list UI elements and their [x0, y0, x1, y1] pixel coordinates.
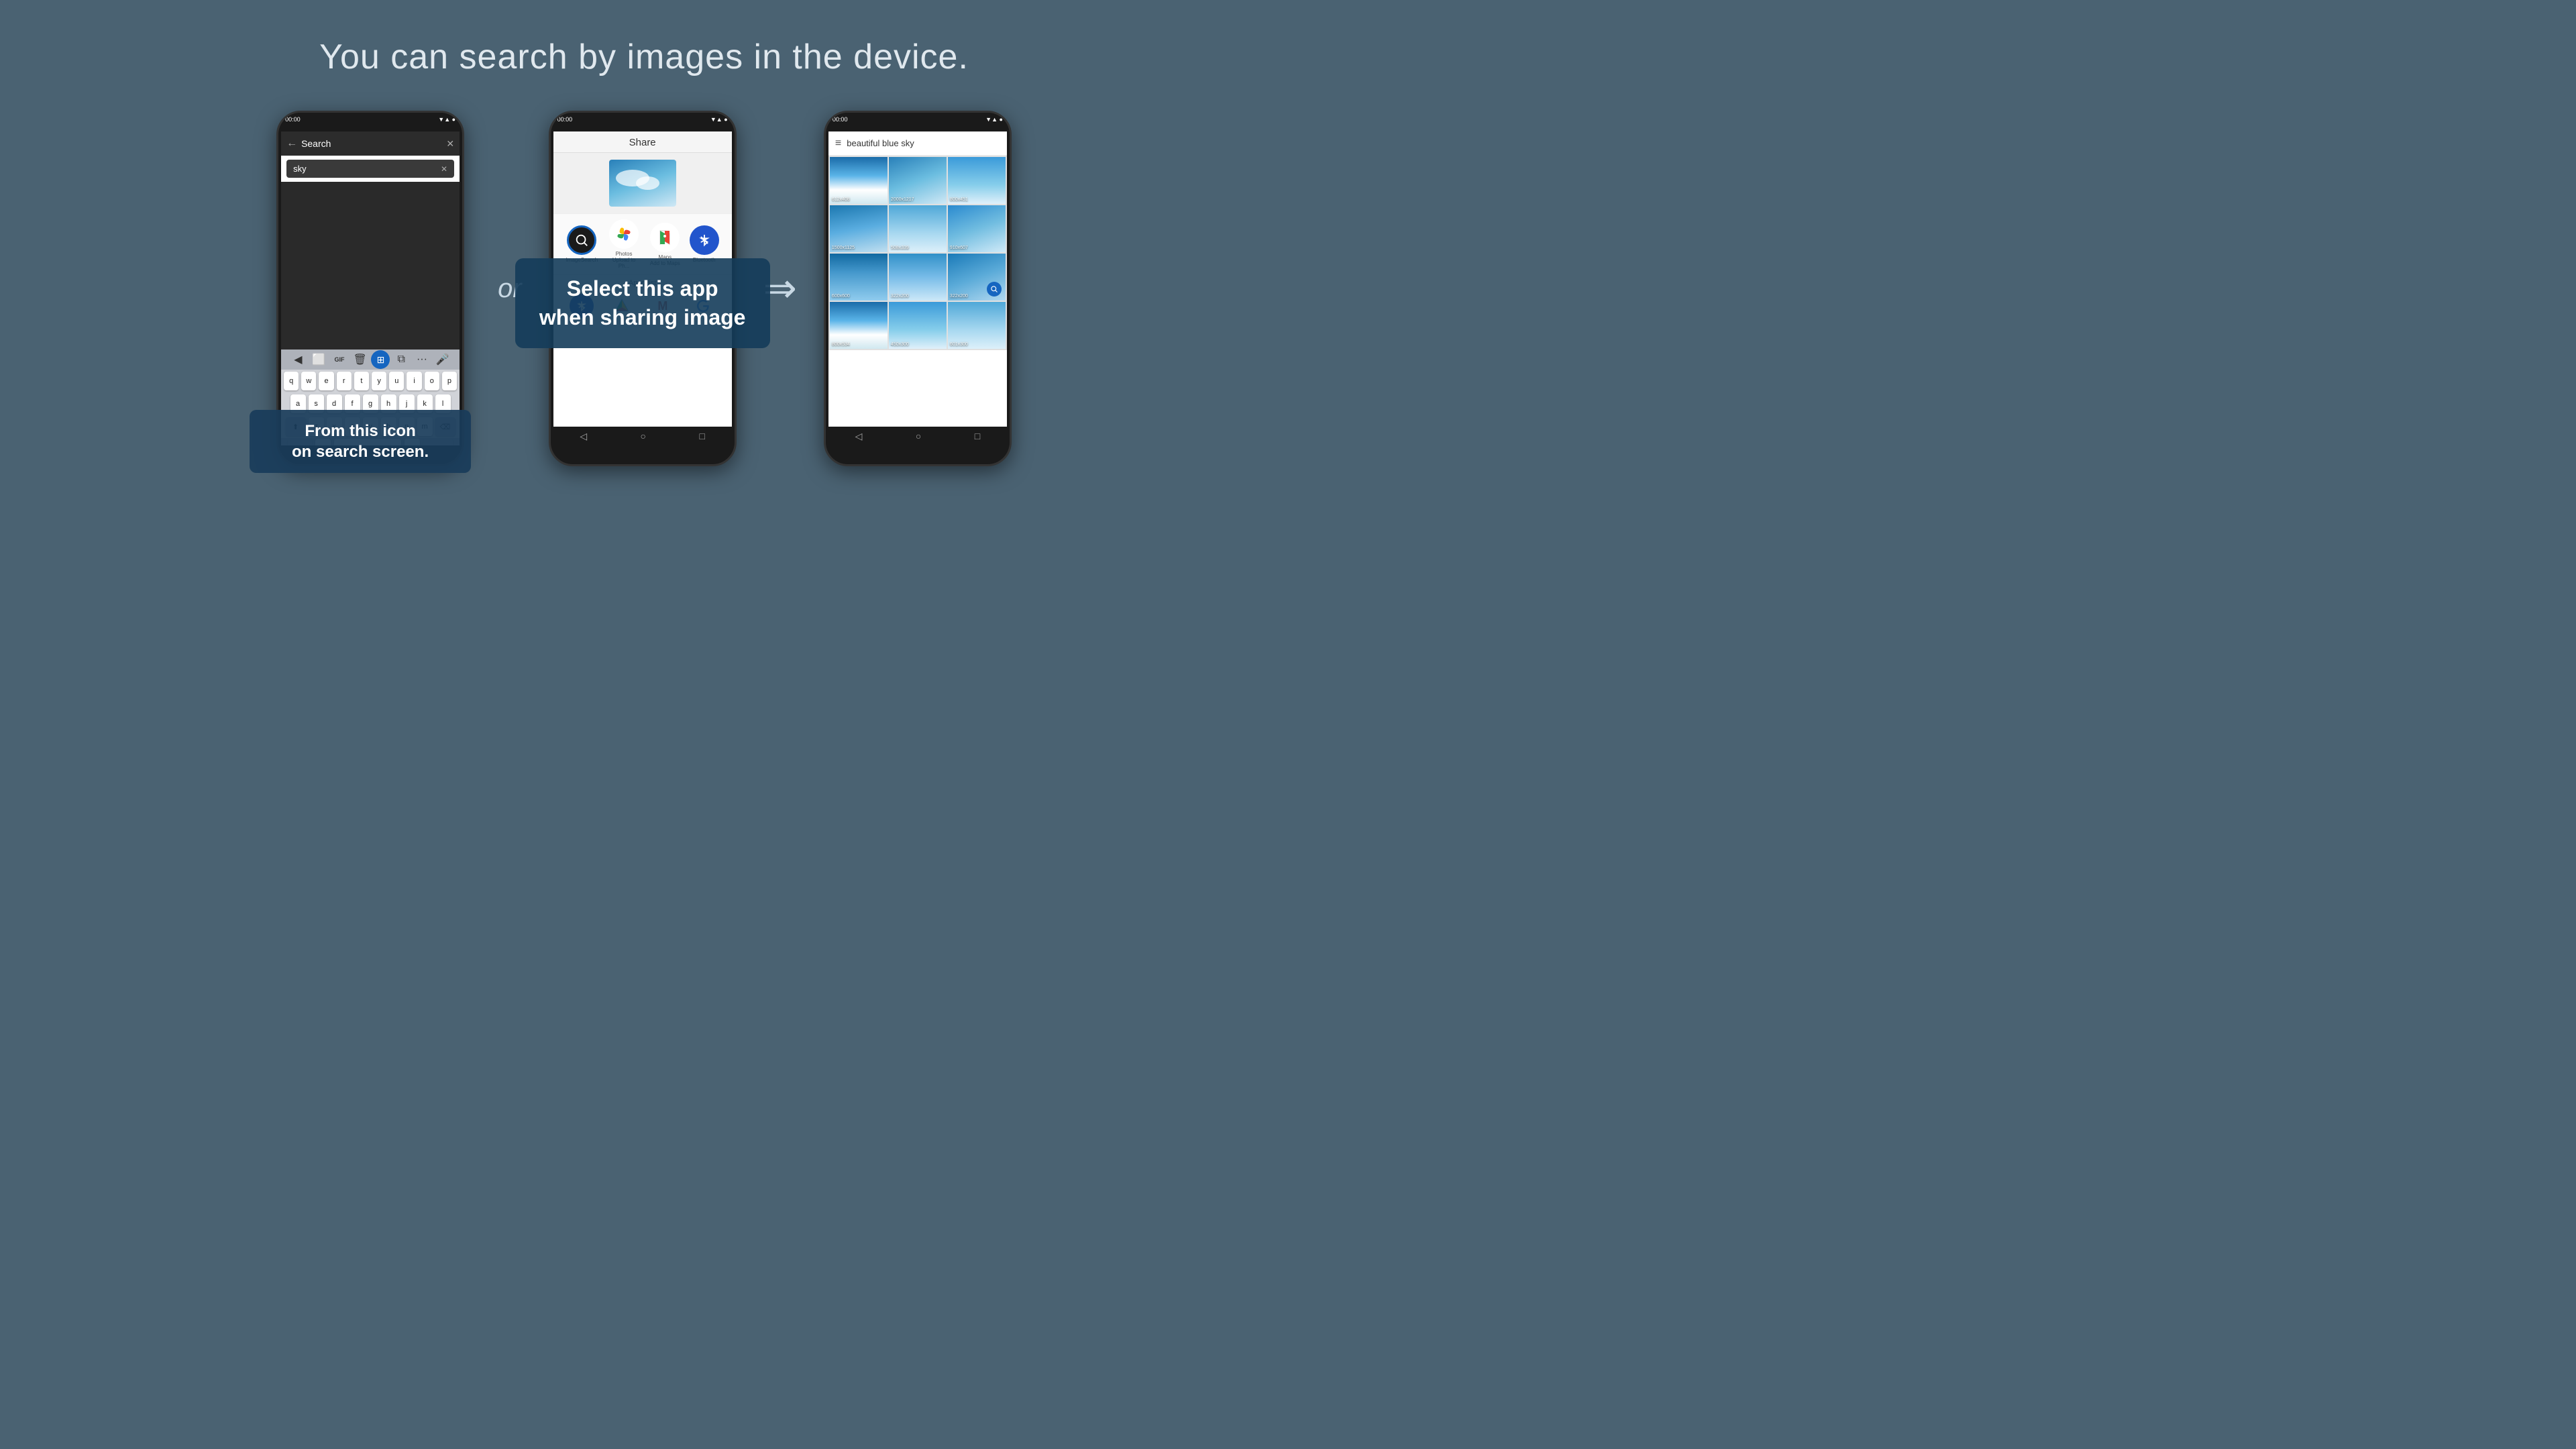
phone1-search-toolbar: ← Search ✕: [281, 131, 460, 156]
key-q[interactable]: q: [284, 372, 299, 390]
kbd-back-icon[interactable]: ◀: [288, 350, 307, 369]
back-arrow-icon[interactable]: ←: [286, 138, 297, 150]
phone2-share-header: Share: [553, 131, 732, 153]
key-r[interactable]: r: [337, 372, 352, 390]
key-p[interactable]: p: [442, 372, 457, 390]
phone2-nav-recent[interactable]: □: [699, 431, 704, 441]
kbd-copy-icon[interactable]: ⧉: [392, 350, 411, 369]
imagesearch-icon: [567, 225, 596, 255]
key-t[interactable]: t: [354, 372, 369, 390]
phones-row: 00:00 ▼▲ ● ← Search ✕ sky ✕: [0, 111, 1288, 466]
image-cell-11[interactable]: 450x300: [889, 302, 947, 349]
phone2-nav-home[interactable]: ○: [641, 431, 646, 441]
bluetooth-icon: [690, 225, 719, 255]
phone3-nav-bar: ◁ ○ □: [828, 427, 1007, 445]
img-size-3: 800x451: [950, 197, 968, 202]
img-size-7: 600x600: [832, 294, 850, 299]
phone2-image-preview: [553, 153, 732, 213]
key-y[interactable]: y: [372, 372, 386, 390]
img-size-9: 322x200: [950, 294, 968, 299]
phone1-search-label: Search: [301, 138, 442, 149]
phone3-search-title: beautiful blue sky: [847, 138, 1000, 148]
page-title: You can search by images in the device.: [319, 37, 969, 77]
key-i[interactable]: i: [407, 372, 421, 390]
kbd-gif-icon[interactable]: GIF: [330, 350, 349, 369]
phone1-status-icons: ▼▲ ●: [438, 116, 455, 123]
phone1-callout-text: From this iconon search screen.: [292, 422, 429, 461]
image-cell-2[interactable]: 2000x1217: [889, 157, 947, 204]
phone1-wrapper: 00:00 ▼▲ ● ← Search ✕ sky ✕: [276, 111, 464, 466]
kbd-ellipsis-icon[interactable]: ···: [413, 350, 431, 369]
phone2-nav-back[interactable]: ◁: [580, 431, 587, 442]
phone1-query-bar[interactable]: sky ✕: [286, 160, 454, 178]
phone3-image-grid: 612x408 2000x1217 800x451 1500x1125 508x…: [828, 156, 1007, 350]
image-cell-5[interactable]: 508x339: [889, 205, 947, 252]
img-size-8: 322x200: [891, 294, 909, 299]
phone1-keyboard-toolbar: ◀ ⬜ GIF 🗑 ⊞ ⧉ ··· 🎤: [281, 350, 460, 370]
phone3-screen: ≡ beautiful blue sky 612x408 2000x1217 8…: [828, 131, 1007, 445]
key-u[interactable]: u: [389, 372, 404, 390]
phone3-nav-recent[interactable]: □: [975, 431, 980, 441]
image-cell-8[interactable]: 322x200: [889, 254, 947, 301]
img-size-10: 800x534: [832, 342, 850, 347]
phone2-nav-bar: ◁ ○ □: [553, 427, 732, 445]
phone3-wrapper: 00:00 ▼▲ ● ≡ beautiful blue sky 612x408 …: [824, 111, 1012, 466]
search-clear-icon[interactable]: ✕: [446, 138, 454, 150]
key-o[interactable]: o: [425, 372, 439, 390]
kbd-delete-icon[interactable]: 🗑: [351, 350, 370, 369]
phone2-callout: Select this appwhen sharing image: [515, 258, 770, 348]
phone2-callout-text: Select this appwhen sharing image: [539, 276, 746, 329]
image-cell-7[interactable]: 600x600: [830, 254, 888, 301]
img-size-5: 508x339: [891, 246, 909, 250]
phone2-status-icons: ▼▲ ●: [710, 116, 728, 123]
kbd-imagesearch-icon[interactable]: ⊞: [371, 350, 390, 369]
img-size-2: 2000x1217: [891, 197, 914, 202]
key-e[interactable]: e: [319, 372, 333, 390]
share-image-thumb: [609, 160, 676, 207]
phone3-menu-icon[interactable]: ≡: [835, 138, 841, 150]
image-cell-6[interactable]: 910x607: [948, 205, 1006, 252]
img-size-6: 910x607: [950, 246, 968, 250]
kbd-mic-icon[interactable]: 🎤: [433, 350, 452, 369]
phone2-wrapper: 00:00 ▼▲ ● Share: [549, 111, 737, 466]
phone3-toolbar: ≡ beautiful blue sky: [828, 131, 1007, 156]
image-cell-3[interactable]: 800x451: [948, 157, 1006, 204]
image-cell-9[interactable]: 322x200: [948, 254, 1006, 301]
maps-icon: [650, 223, 680, 252]
phone1-screen: ← Search ✕ sky ✕ ◀ ⬜ GIF 🗑 ⊞: [281, 131, 460, 445]
phone3-status-icons: ▼▲ ●: [985, 116, 1003, 123]
app-imagesearch[interactable]: ImageSearch: [566, 225, 598, 263]
phone1-query-text: sky: [293, 164, 307, 174]
img-size-1: 612x408: [832, 197, 850, 202]
image-cell-10[interactable]: 800x534: [830, 302, 888, 349]
keyboard-row-1: q w e r t y u i o p: [281, 370, 460, 392]
phone3-nav-home[interactable]: ○: [916, 431, 921, 441]
phone1-time: 00:00: [285, 116, 301, 123]
image-cell-12[interactable]: 601x300: [948, 302, 1006, 349]
app-bluetooth[interactable]: Bluetooth: [690, 225, 719, 263]
phone3-nav-back[interactable]: ◁: [855, 431, 863, 442]
image-cell-1[interactable]: 612x408: [830, 157, 888, 204]
phone1-callout: From this iconon search screen.: [250, 410, 471, 473]
photos-icon: [609, 219, 639, 249]
phone2-time: 00:00: [557, 116, 573, 123]
kbd-emoji-icon[interactable]: ⬜: [309, 350, 328, 369]
img-size-4: 1500x1125: [832, 246, 855, 250]
img-size-12: 601x300: [950, 342, 968, 347]
phone3-frame: 00:00 ▼▲ ● ≡ beautiful blue sky 612x408 …: [824, 111, 1012, 466]
phone1-search-area: [281, 182, 460, 350]
img-search-button[interactable]: [987, 282, 1002, 297]
img-size-11: 450x300: [891, 342, 909, 347]
image-cell-4[interactable]: 1500x1125: [830, 205, 888, 252]
key-w[interactable]: w: [301, 372, 316, 390]
query-clear-icon[interactable]: ✕: [441, 164, 447, 174]
phone3-time: 00:00: [833, 116, 848, 123]
